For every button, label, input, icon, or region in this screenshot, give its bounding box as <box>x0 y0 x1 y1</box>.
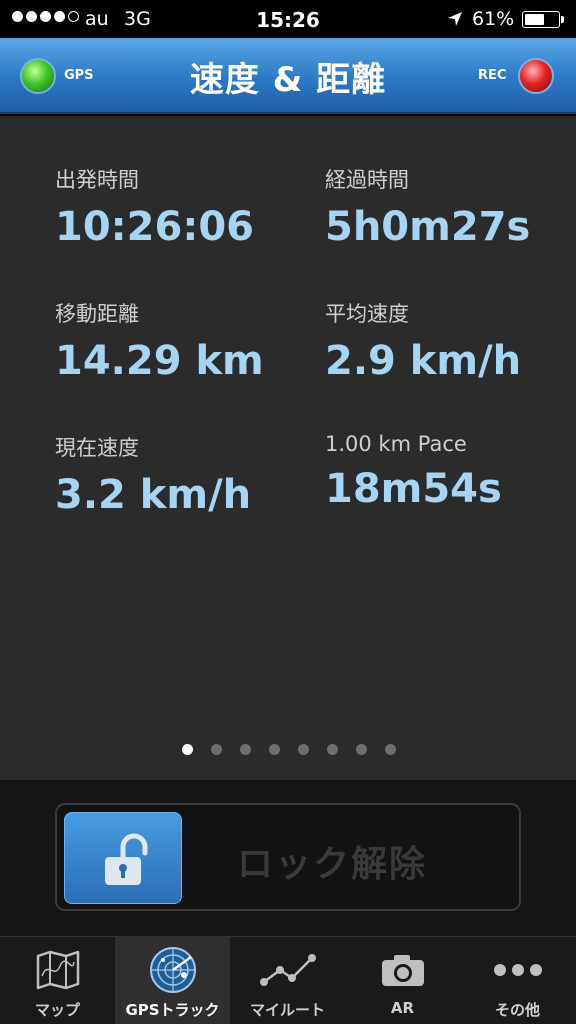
stat-label: 経過時間 <box>325 168 409 192</box>
camera-icon <box>381 955 424 986</box>
unlocked-padlock-icon <box>105 833 148 885</box>
stat-label: 移動距離 <box>55 302 139 326</box>
tab-gps-track[interactable]: GPSトラック <box>115 937 230 1024</box>
stat-label: 1.00 km Pace <box>325 432 467 456</box>
page-dot[interactable] <box>182 744 193 755</box>
rec-label: REC <box>478 68 507 83</box>
stats-panel[interactable]: 出発時間 10:26:06 経過時間 5h0m27s 移動距離 14.29 km… <box>0 116 576 780</box>
lock-area: ロック解除 <box>0 780 576 936</box>
battery-icon <box>522 11 560 28</box>
page-dot[interactable] <box>327 744 338 755</box>
tab-label: AR <box>390 999 415 1017</box>
tab-more[interactable]: その他 <box>460 937 575 1024</box>
unlock-slider-handle[interactable] <box>64 812 182 904</box>
route-icon <box>259 954 316 986</box>
stat-value: 3.2 km/h <box>55 472 252 518</box>
page-dot[interactable] <box>240 744 251 755</box>
nav-bar: GPS 速度 & 距離 REC <box>0 38 576 114</box>
stat-value: 14.29 km <box>55 338 264 384</box>
tab-ar[interactable]: AR <box>345 937 460 1024</box>
rec-status-led-icon[interactable] <box>518 58 554 94</box>
status-bar: au 3G 15:26 61% <box>0 0 576 38</box>
stat-current-speed: 現在速度 3.2 km/h <box>55 432 251 518</box>
page-dot[interactable] <box>269 744 280 755</box>
stat-value: 5h0m27s <box>325 204 531 250</box>
battery-percent: 61% <box>472 8 515 30</box>
stat-value: 18m54s <box>325 466 502 512</box>
stat-distance: 移動距離 14.29 km <box>55 298 264 384</box>
location-arrow-icon <box>448 12 462 26</box>
page-dot[interactable] <box>356 744 367 755</box>
tab-map[interactable]: マップ <box>0 937 115 1024</box>
stat-pace: 1.00 km Pace 18m54s <box>325 432 502 512</box>
more-icon <box>493 964 542 976</box>
unlock-slider-label: ロック解除 <box>237 844 428 885</box>
page-dot[interactable] <box>298 744 309 755</box>
stat-label: 平均速度 <box>325 302 409 326</box>
tab-bar: マップ GPSトラック マイルート AR その他 <box>0 936 576 1024</box>
stat-label: 出発時間 <box>55 168 139 192</box>
unlock-slider[interactable]: ロック解除 <box>55 803 521 911</box>
tab-my-route[interactable]: マイルート <box>230 937 345 1024</box>
stat-elapsed-time: 経過時間 5h0m27s <box>325 164 530 250</box>
tab-label: マイルート <box>249 1001 325 1019</box>
page-dot[interactable] <box>385 744 396 755</box>
stat-label: 現在速度 <box>55 436 139 460</box>
radar-icon <box>149 947 196 993</box>
stat-start-time: 出発時間 10:26:06 <box>55 164 254 250</box>
stat-value: 2.9 km/h <box>325 338 522 384</box>
stat-avg-speed: 平均速度 2.9 km/h <box>325 298 521 384</box>
page-dot[interactable] <box>211 744 222 755</box>
tab-label: GPSトラック <box>125 1001 220 1019</box>
tab-label: マップ <box>34 1001 80 1019</box>
battery-tip <box>561 16 564 23</box>
map-icon <box>36 950 79 990</box>
tab-label: その他 <box>494 1001 540 1019</box>
page-indicator[interactable] <box>182 744 396 755</box>
stat-value: 10:26:06 <box>55 204 254 250</box>
